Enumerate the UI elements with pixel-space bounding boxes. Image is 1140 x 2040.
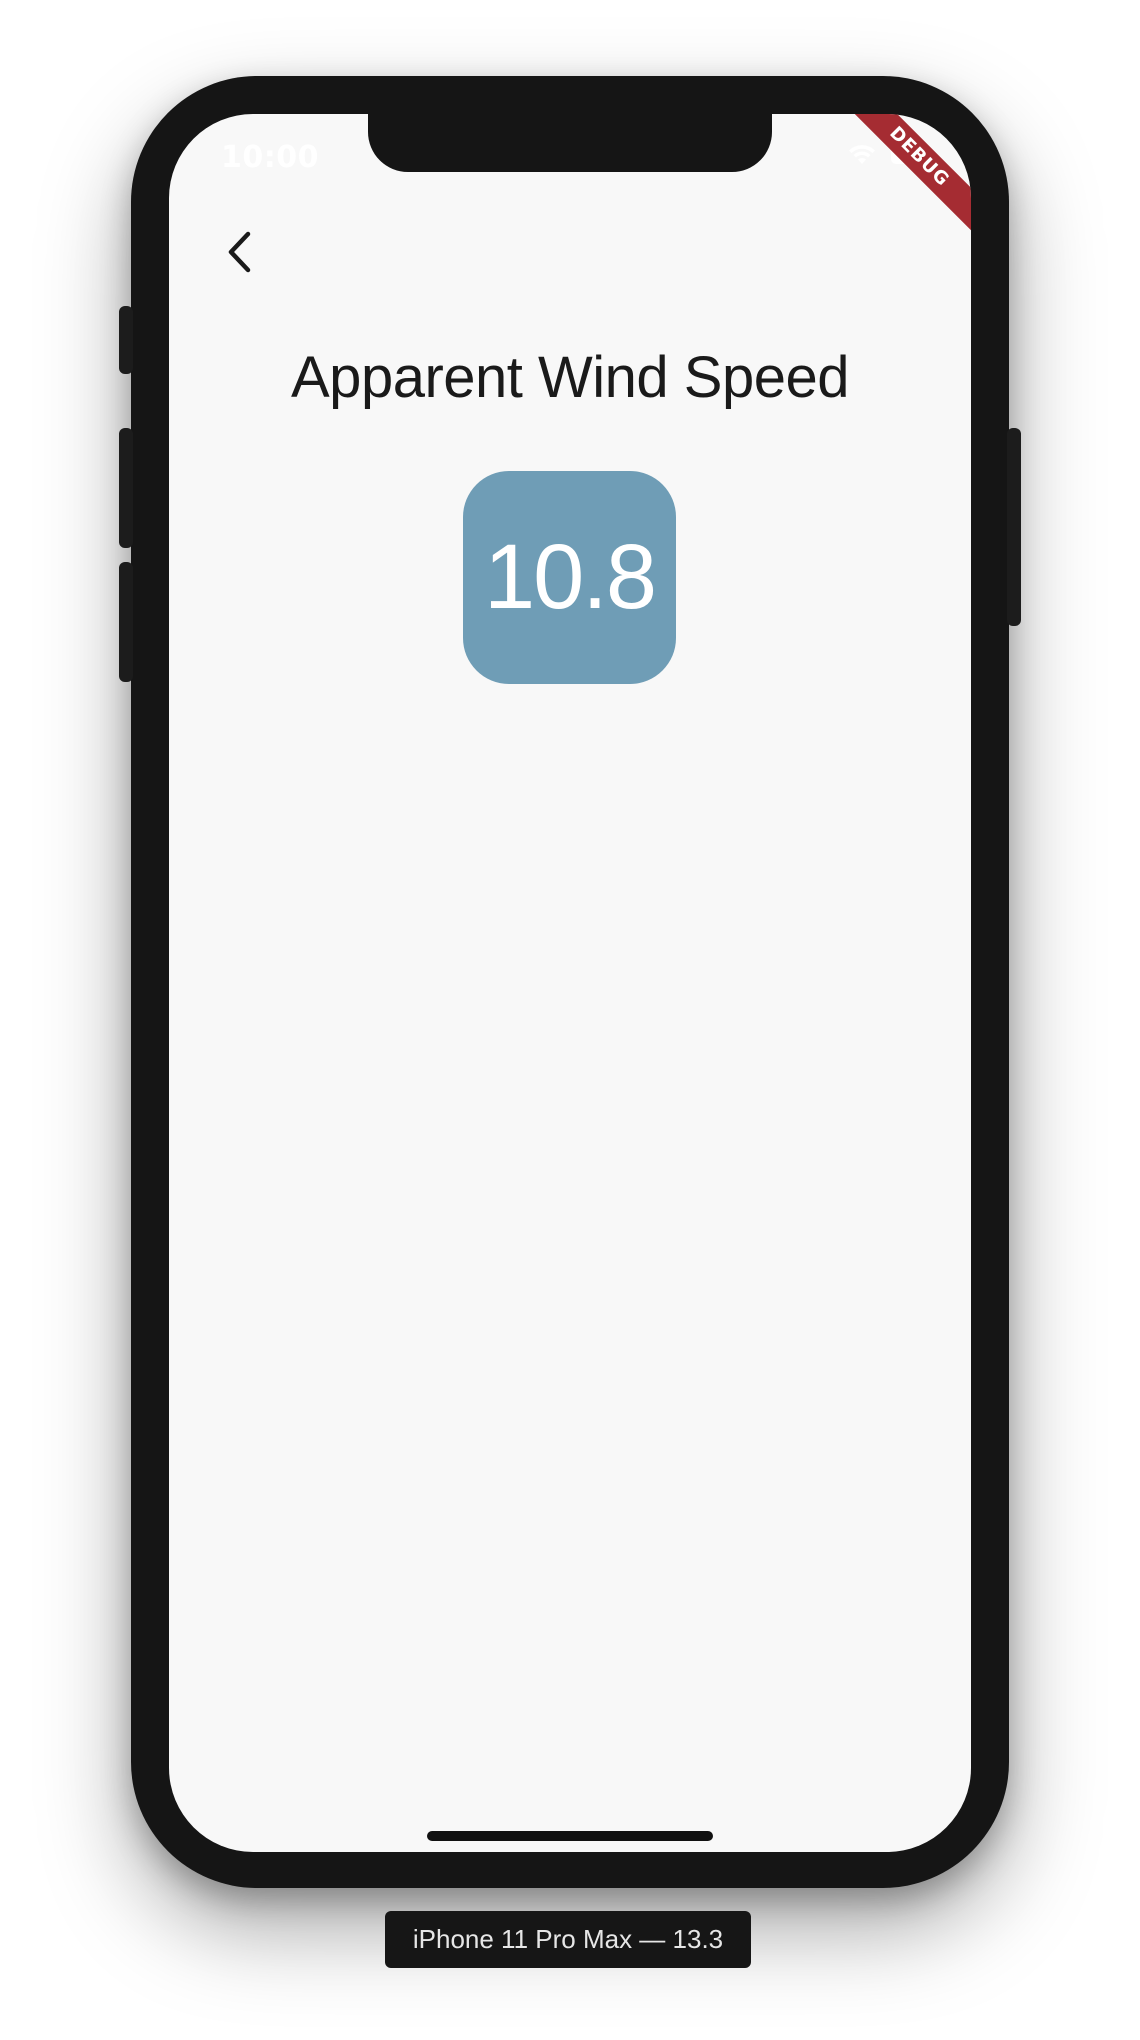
wifi-icon xyxy=(847,144,877,166)
notch xyxy=(368,114,772,172)
app-screen: 10:00 DEBUG Apparent Wind Speed 10.8 xyxy=(169,114,971,1852)
back-button[interactable] xyxy=(209,222,269,282)
wind-speed-tile: 10.8 xyxy=(463,471,676,684)
chevron-left-icon xyxy=(228,231,251,273)
home-indicator[interactable] xyxy=(427,1831,713,1841)
status-time: 10:00 xyxy=(221,140,319,175)
wind-speed-value: 10.8 xyxy=(483,526,657,628)
power-button xyxy=(1007,428,1021,626)
volume-up-button xyxy=(119,428,133,548)
simulator-device-label: iPhone 11 Pro Max — 13.3 xyxy=(385,1911,751,1968)
volume-down-button xyxy=(119,562,133,682)
page-title: Apparent Wind Speed xyxy=(291,345,849,410)
silent-switch xyxy=(119,306,133,374)
